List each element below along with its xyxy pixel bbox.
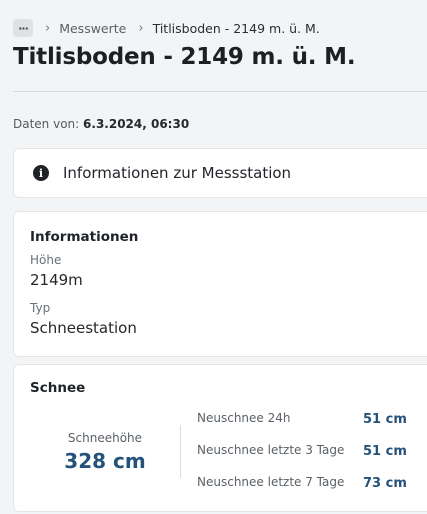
- page-title: Titlisboden - 2149 m. ü. M.: [13, 44, 356, 70]
- data-timestamp: Daten von: 6.3.2024, 06:30: [13, 117, 189, 131]
- breadcrumb-link-messwerte[interactable]: Messwerte: [59, 21, 126, 36]
- stat-label-7-days: Neuschnee letzte 7 Tage: [197, 475, 345, 489]
- details-card: Informationen Höhe 2149m Typ Schneestati…: [13, 211, 427, 357]
- field-label-hoehe: Höhe: [30, 253, 62, 267]
- chevron-right-icon: ›: [45, 20, 51, 36]
- snow-card: Schnee Schneehöhe 328 cm Neuschnee 24h 5…: [13, 364, 427, 512]
- station-info-toggle[interactable]: i Informationen zur Messstation: [13, 148, 427, 198]
- station-info-label: Informationen zur Messstation: [63, 164, 292, 182]
- stat-label-3-days: Neuschnee letzte 3 Tage: [197, 443, 345, 457]
- stat-label-24h: Neuschnee 24h: [197, 411, 291, 425]
- vertical-divider: [180, 425, 181, 478]
- snow-height-value: 328 cm: [64, 449, 146, 473]
- details-card-title: Informationen: [30, 229, 139, 245]
- snow-height: Schneehöhe 328 cm: [30, 431, 180, 473]
- field-value-typ: Schneestation: [30, 319, 137, 337]
- breadcrumb: ··· › Messwerte › Titlisboden - 2149 m. …: [13, 18, 320, 38]
- chevron-right-icon: ›: [138, 20, 144, 36]
- stat-value-7-days: 73 cm: [363, 476, 407, 491]
- field-value-hoehe: 2149m: [30, 271, 83, 289]
- data-timestamp-label: Daten von:: [13, 117, 80, 131]
- divider: [13, 91, 427, 92]
- breadcrumb-more-button[interactable]: ···: [13, 19, 33, 37]
- info-icon: i: [33, 165, 49, 181]
- stat-value-24h: 51 cm: [363, 412, 407, 427]
- stat-value-3-days: 51 cm: [363, 444, 407, 459]
- data-timestamp-value: 6.3.2024, 06:30: [83, 117, 190, 131]
- breadcrumb-current: Titlisboden - 2149 m. ü. M.: [152, 20, 320, 36]
- field-label-typ: Typ: [30, 301, 51, 315]
- snow-height-label: Schneehöhe: [67, 431, 143, 445]
- snow-card-title: Schnee: [30, 380, 86, 396]
